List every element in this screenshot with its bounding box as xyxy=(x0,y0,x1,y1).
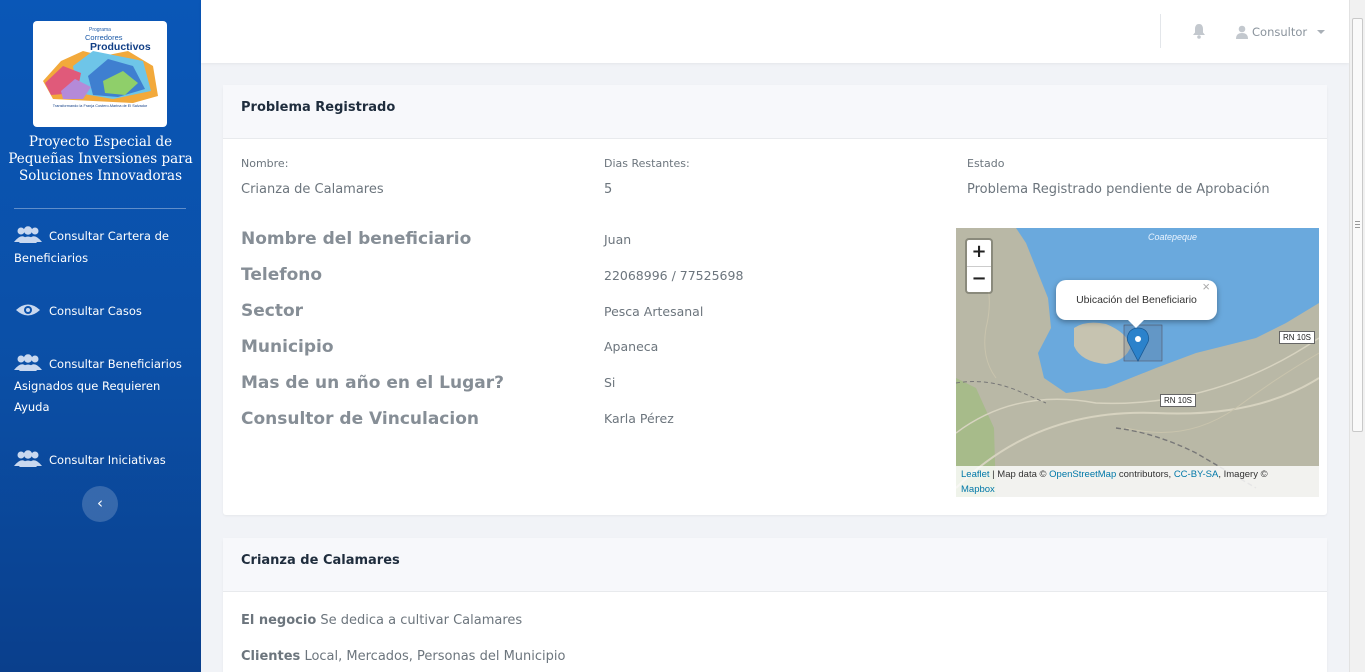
summary-value: Problema Registrado pendiente de Aprobac… xyxy=(967,182,1270,197)
business-card: Crianza de Calamares El negocio Se dedic… xyxy=(223,538,1327,672)
detail-value: 22068996 / 77525698 xyxy=(604,268,744,283)
attribution-text: contributors, xyxy=(1116,469,1174,480)
lake-label: Coatepeque xyxy=(1148,232,1198,242)
detail-value: Juan xyxy=(604,232,632,247)
detail-label: Nombre del beneficiario xyxy=(241,229,472,249)
detail-label: Municipio xyxy=(241,337,334,357)
mapbox-link[interactable]: Mapbox xyxy=(961,484,995,495)
sidebar-item-iniciativas[interactable]: Consultar Iniciativas xyxy=(14,450,194,472)
business-row-value: Local, Mercados, Personas del Municipio xyxy=(304,649,566,664)
logo-line2: Productivos xyxy=(90,41,151,53)
sidebar-item-asignados[interactable]: Consultar Beneficiarios Asignados que Re… xyxy=(14,354,194,419)
chevron-left-icon: ‹ xyxy=(97,494,103,512)
location-map[interactable]: Coatepeque RN 10S RN 10S + − Ubicación d… xyxy=(956,228,1319,497)
detail-value: Pesca Artesanal xyxy=(604,304,704,319)
road-label: RN 10S xyxy=(1160,394,1197,407)
card-title: Crianza de Calamares xyxy=(223,538,1327,592)
caret-down-icon xyxy=(1317,30,1326,34)
users-icon xyxy=(14,226,42,244)
summary-value: 5 xyxy=(604,182,613,197)
detail-label: Mas de un año en el Lugar? xyxy=(241,373,504,393)
problem-card: Problema Registrado Nombre: Crianza de C… xyxy=(223,85,1327,515)
detail-label: Telefono xyxy=(241,265,323,285)
top-navbar: Consultor xyxy=(201,0,1349,63)
sidebar: Programa Corredores Productivos Transfor… xyxy=(0,0,201,672)
org-title: Proyecto Especial de Pequeñas Inversione… xyxy=(8,134,193,184)
users-icon xyxy=(14,450,42,468)
business-row-label: Clientes xyxy=(241,649,301,664)
user-icon xyxy=(1235,25,1249,39)
map-popup: Ubicación del Beneficiario × xyxy=(1056,279,1217,328)
sidebar-item-label: Consultar Cartera de xyxy=(49,229,169,243)
attribution-text: , Imagery © xyxy=(1218,469,1268,480)
business-row: El negocio Se dedica a cultivar Calamare… xyxy=(241,613,522,628)
sidebar-item-label: Asignados que Requieren xyxy=(14,378,161,393)
detail-label: Sector xyxy=(241,301,304,321)
user-menu[interactable]: Consultor xyxy=(1235,23,1326,41)
page-scrollbar[interactable] xyxy=(1349,0,1365,672)
zoom-in-button[interactable]: + xyxy=(967,240,991,266)
navbar-divider xyxy=(1160,14,1161,48)
bell-icon[interactable] xyxy=(1192,23,1206,39)
detail-value: Karla Pérez xyxy=(604,411,674,426)
users-icon xyxy=(14,354,42,372)
eye-icon xyxy=(14,301,42,319)
sidebar-divider xyxy=(14,208,186,209)
detail-value: Si xyxy=(604,375,616,390)
map-tiles xyxy=(956,228,1319,497)
leaflet-link[interactable]: Leaflet xyxy=(961,469,990,480)
program-logo[interactable]: Programa Corredores Productivos Transfor… xyxy=(33,21,167,127)
summary-value: Crianza de Calamares xyxy=(241,182,384,197)
map-attribution: Leaflet | Map data © OpenStreetMap contr… xyxy=(956,466,1319,497)
detail-label: Consultor de Vinculacion xyxy=(241,409,479,429)
license-link[interactable]: CC-BY-SA xyxy=(1174,469,1219,480)
sidebar-item-label: Beneficiarios xyxy=(14,250,89,265)
scrollbar-thumb[interactable] xyxy=(1352,18,1363,432)
sidebar-item-label: Ayuda xyxy=(14,400,50,414)
detail-value: Apaneca xyxy=(604,339,659,354)
popup-text: Ubicación del Beneficiario xyxy=(1076,294,1197,306)
map-zoom-control: + − xyxy=(965,238,993,294)
osm-link[interactable]: OpenStreetMap xyxy=(1049,469,1116,480)
sidebar-collapse-button[interactable]: ‹ xyxy=(82,486,118,522)
road-label: RN 10S xyxy=(1279,331,1316,344)
business-row-value: Se dedica a cultivar Calamares xyxy=(320,613,523,628)
summary-label: Dias Restantes: xyxy=(604,157,690,170)
zoom-out-button[interactable]: − xyxy=(967,266,991,292)
card-title: Problema Registrado xyxy=(223,85,1327,139)
logo-tagline: Transformando la Franja Costero-Marina d… xyxy=(52,104,148,108)
sidebar-item-label: Consultar Beneficiarios xyxy=(49,357,182,371)
user-name: Consultor xyxy=(1252,25,1308,39)
sidebar-item-label: Consultar Casos xyxy=(49,304,142,318)
popup-close-icon[interactable]: × xyxy=(1202,267,1210,307)
summary-label: Nombre: xyxy=(241,157,289,170)
sidebar-item-label: Consultar Iniciativas xyxy=(49,453,166,467)
business-row: Clientes Local, Mercados, Personas del M… xyxy=(241,649,565,664)
sidebar-item-casos[interactable]: Consultar Casos xyxy=(14,301,194,323)
summary-label: Estado xyxy=(967,157,1005,170)
sidebar-item-cartera[interactable]: Consultar Cartera de Beneficiarios xyxy=(14,226,194,269)
attribution-text: | Map data © xyxy=(989,469,1050,480)
business-row-label: El negocio xyxy=(241,613,317,628)
